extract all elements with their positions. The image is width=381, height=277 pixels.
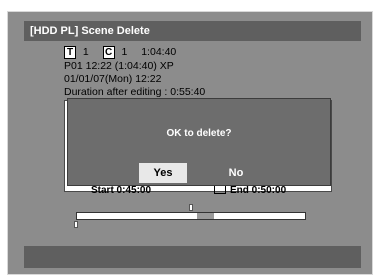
- duration-after-editing: Duration after editing : 0:55:40: [64, 86, 206, 98]
- total-time: 1:04:40: [141, 46, 177, 58]
- title-chapter-row: T 1 C 1 1:04:40: [64, 46, 176, 59]
- program-info: P01 12:22 (1:04:40) XP: [64, 60, 174, 72]
- end-point-text: End 0:50:00: [230, 185, 287, 196]
- title-number: 1: [82, 46, 89, 58]
- recording-date: 01/01/07(Mon) 12:22: [64, 73, 162, 85]
- yes-button[interactable]: Yes: [139, 163, 187, 183]
- confirm-delete-dialog: OK to delete? Yes No: [67, 98, 331, 186]
- playhead-marker: [189, 204, 193, 211]
- end-marker-icon: [214, 185, 226, 194]
- start-point-label: Start 0:45:00: [91, 185, 152, 196]
- title-box-icon: T: [64, 46, 76, 59]
- end-point-label: End 0:50:00: [214, 185, 286, 196]
- dialog-message: OK to delete?: [166, 128, 232, 139]
- chapter-number: 1: [121, 46, 128, 58]
- chapter-box-icon: C: [102, 46, 115, 59]
- timeline-bar[interactable]: [76, 212, 306, 220]
- no-button[interactable]: No: [212, 163, 260, 183]
- deleted-segment: [197, 213, 214, 219]
- bottom-status-bar: [24, 246, 361, 268]
- position-marker: [74, 221, 78, 228]
- screen-title: [HDD PL] Scene Delete: [24, 21, 361, 41]
